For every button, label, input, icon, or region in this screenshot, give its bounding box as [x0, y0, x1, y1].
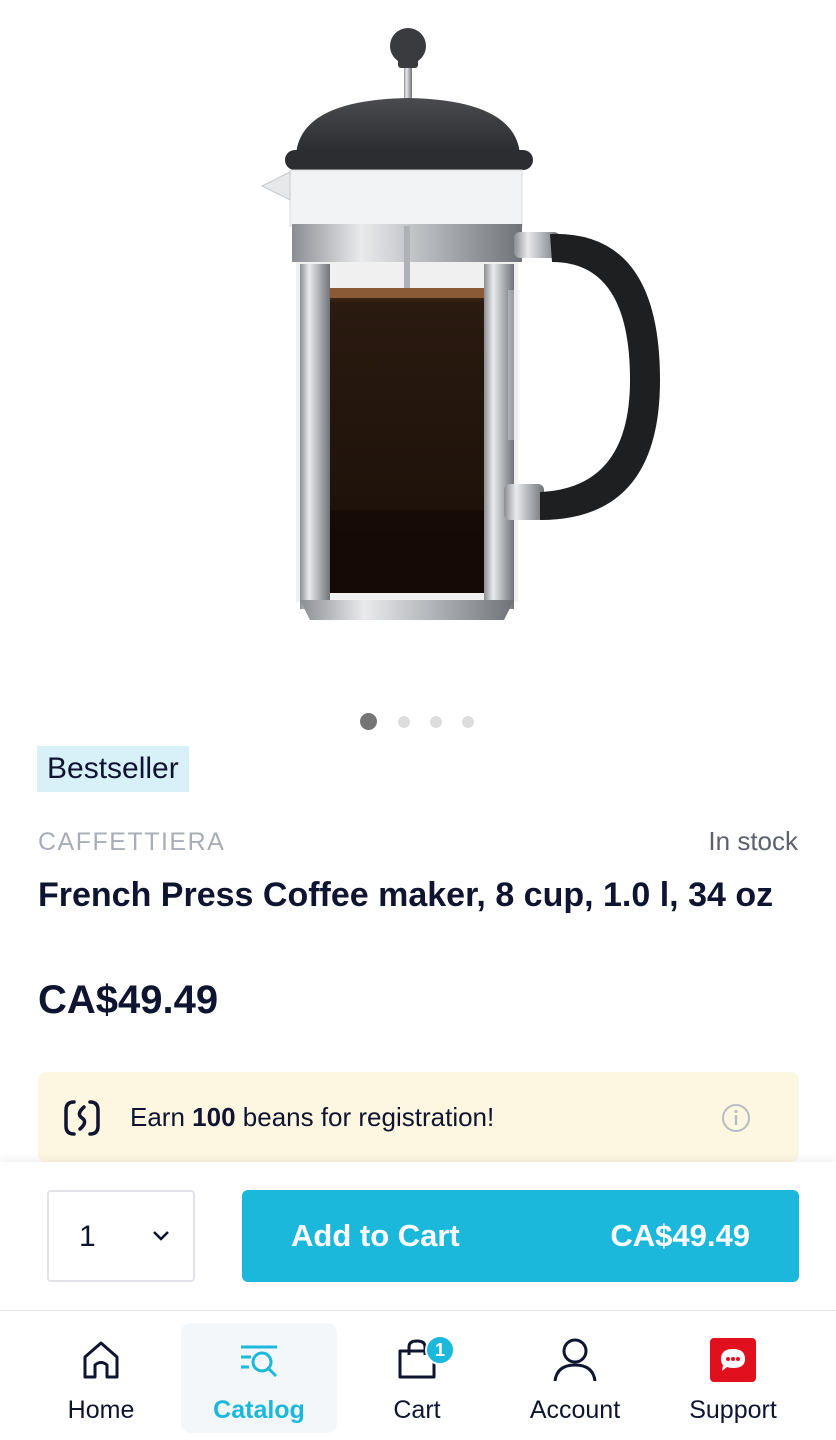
beans-icon: [64, 1098, 100, 1143]
bottom-navigation: Home Catalog 1 Cart Account Support: [0, 1310, 836, 1440]
nav-home-label: Home: [67, 1396, 135, 1424]
nav-account[interactable]: Account: [497, 1323, 653, 1433]
add-to-cart-button[interactable]: Add to Cart CA$49.49: [242, 1190, 799, 1282]
nav-home[interactable]: Home: [23, 1323, 179, 1433]
product-page: Bestseller CAFFETTIERA In stock French P…: [0, 0, 836, 1440]
nav-support-label: Support: [689, 1396, 777, 1424]
carousel-dot-2[interactable]: [398, 716, 410, 728]
product-price: CA$49.49: [38, 978, 219, 1022]
chat-bubble-icon: [709, 1337, 757, 1388]
french-press-illustration: [260, 28, 660, 620]
nav-cart-label: Cart: [393, 1396, 441, 1424]
nav-support[interactable]: Support: [655, 1323, 811, 1433]
carousel-dot-3[interactable]: [430, 716, 442, 728]
add-to-cart-amount: CA$49.49: [610, 1218, 750, 1253]
bestseller-badge: Bestseller: [37, 746, 189, 792]
chevron-down-icon: [151, 1228, 171, 1247]
nav-catalog[interactable]: Catalog: [181, 1323, 337, 1433]
carousel-dot-1[interactable]: [360, 713, 377, 730]
promo-bean-amount: 100: [192, 1102, 236, 1132]
promo-text: Earn 100 beans for registration!: [130, 1102, 495, 1132]
product-image[interactable]: [0, 0, 836, 700]
cart-count-badge: 1: [425, 1335, 455, 1365]
nav-cart[interactable]: 1 Cart: [339, 1323, 495, 1433]
product-title: French Press Coffee maker, 8 cup, 1.0 l,…: [38, 876, 774, 914]
image-carousel-indicator[interactable]: [0, 713, 836, 733]
add-to-cart-label: Add to Cart: [291, 1218, 460, 1253]
add-to-cart-bar: 1 Add to Cart CA$49.49: [0, 1162, 836, 1310]
user-icon: [552, 1337, 598, 1388]
nav-account-label: Account: [529, 1396, 621, 1424]
quantity-value: 1: [79, 1220, 96, 1253]
beans-promo-banner: Earn 100 beans for registration!: [38, 1072, 799, 1162]
product-brand: CAFFETTIERA: [38, 828, 226, 856]
nav-catalog-label: Catalog: [213, 1396, 305, 1424]
info-icon[interactable]: [721, 1103, 751, 1138]
quantity-select[interactable]: 1: [47, 1190, 195, 1282]
carousel-dot-4[interactable]: [462, 716, 474, 728]
home-icon: [79, 1337, 123, 1386]
catalog-search-icon: [237, 1337, 281, 1386]
stock-status: In stock: [708, 826, 798, 856]
